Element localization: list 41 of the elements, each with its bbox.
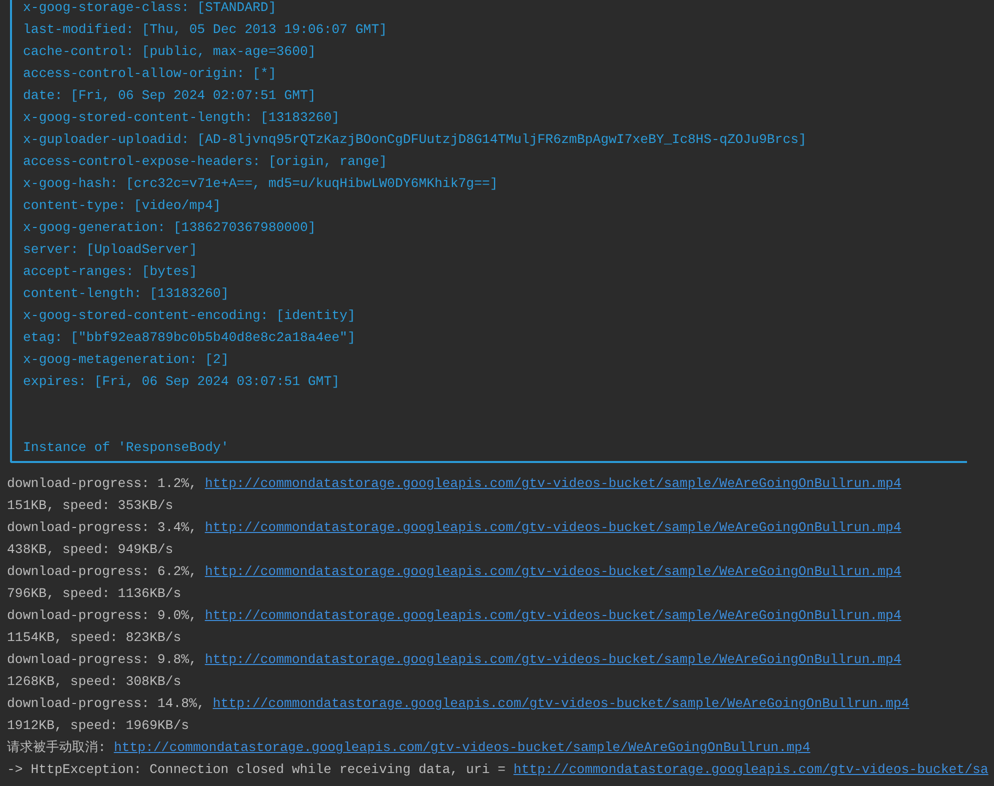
url-link[interactable]: http://commondatastorage.googleapis.com/gtv-videos-bucket/sample/WeAreGoingOnBullrun.mp4 [204, 517, 902, 539]
header-line: accept-ranges: [bytes] [23, 264, 198, 279]
url-link[interactable]: http://commondatastorage.googleapis.com/gtv-videos-bucket/sample/WeAreGoingOnBullrun.mp4 [114, 737, 810, 759]
log-text: 151KB, speed: 353KB/s [7, 498, 174, 513]
header-line: date: [Fri, 06 Sep 2024 02:07:51 GMT] [23, 88, 316, 103]
log-text: 1912KB, speed: 1969KB/s [7, 718, 190, 733]
header-line: x-goog-hash: [crc32c=v71e+A==, md5=u/kuqHibwLW0DY6MKhik7g==] [23, 176, 498, 191]
log-text: download-progress: 6.2%, [7, 563, 197, 581]
header-line: x-goog-generation: [1386270367980000] [23, 220, 316, 235]
header-line: x-goog-stored-content-encoding: [identity] [23, 308, 356, 323]
log-text: 796KB, speed: 1136KB/s [7, 586, 182, 601]
log-text: download-progress: 9.0%, [7, 607, 197, 625]
url-link[interactable]: http://commondatastorage.googleapis.com/gtv-videos-bucket/sample/WeAreGoingOnBullrun.mp4 [204, 605, 902, 627]
header-line: x-guploader-uploadid: [AD-8ljvnq95rQTzKazjBOonCgDFUutzjD8G14TMuljFR6zmBpAgwI7xeBY_Ic8HS-qZOJu9Brcs] [23, 132, 806, 147]
log-text: 1268KB, speed: 308KB/s [7, 674, 182, 689]
url-link[interactable]: http://commondatastorage.googleapis.com/gtv-videos-bucket/sample/WeAreGoingOnBullrun.mp4 [204, 473, 902, 495]
header-line: access-control-expose-headers: [origin, range] [23, 154, 388, 169]
header-line: expires: [Fri, 06 Sep 2024 03:07:51 GMT] [23, 374, 340, 389]
header-line: x-goog-metageneration: [2] [23, 352, 229, 367]
header-line: x-goog-storage-class: [STANDARD] [23, 0, 276, 15]
header-line: content-type: [video/mp4] [23, 198, 221, 213]
log-text: download-progress: 3.4%, [7, 519, 197, 537]
header-line: last-modified: [Thu, 05 Dec 2013 19:06:07 GMT] [23, 22, 388, 37]
header-line: content-length: [13183260] [23, 286, 229, 301]
log-text: -> HttpException: Connection closed while receiving data, uri = [7, 761, 506, 779]
header-line: access-control-allow-origin: [*] [23, 66, 276, 81]
url-link[interactable]: http://commondatastorage.googleapis.com/gtv-videos-bucket/sa [513, 759, 988, 781]
log-text: download-progress: 9.8%, [7, 651, 197, 669]
log-text: download-progress: 14.8%, [7, 695, 205, 713]
url-link[interactable]: http://commondatastorage.googleapis.com/gtv-videos-bucket/sample/WeAreGoingOnBullrun.mp4 [204, 561, 902, 583]
instance-text: Instance of 'ResponseBody' [23, 440, 229, 455]
log-text: 请求被手动取消: [7, 739, 106, 757]
url-link[interactable]: http://commondatastorage.googleapis.com/gtv-videos-bucket/sample/WeAreGoingOnBullrun.mp4 [212, 693, 910, 715]
log-text: 438KB, speed: 949KB/s [7, 542, 174, 557]
header-line: etag: ["bbf92ea8789bc0b5b40d8e8c2a18a4ee"] [23, 330, 356, 345]
log-text: 1154KB, speed: 823KB/s [7, 630, 182, 645]
header-line: cache-control: [public, max-age=3600] [23, 44, 316, 59]
url-link[interactable]: http://commondatastorage.googleapis.com/gtv-videos-bucket/sample/WeAreGoingOnBullrun.mp4 [204, 649, 902, 671]
header-line: server: [UploadServer] [23, 242, 198, 257]
header-line: x-goog-stored-content-length: [13183260] [23, 110, 340, 125]
log-text: download-progress: 1.2%, [7, 475, 197, 493]
